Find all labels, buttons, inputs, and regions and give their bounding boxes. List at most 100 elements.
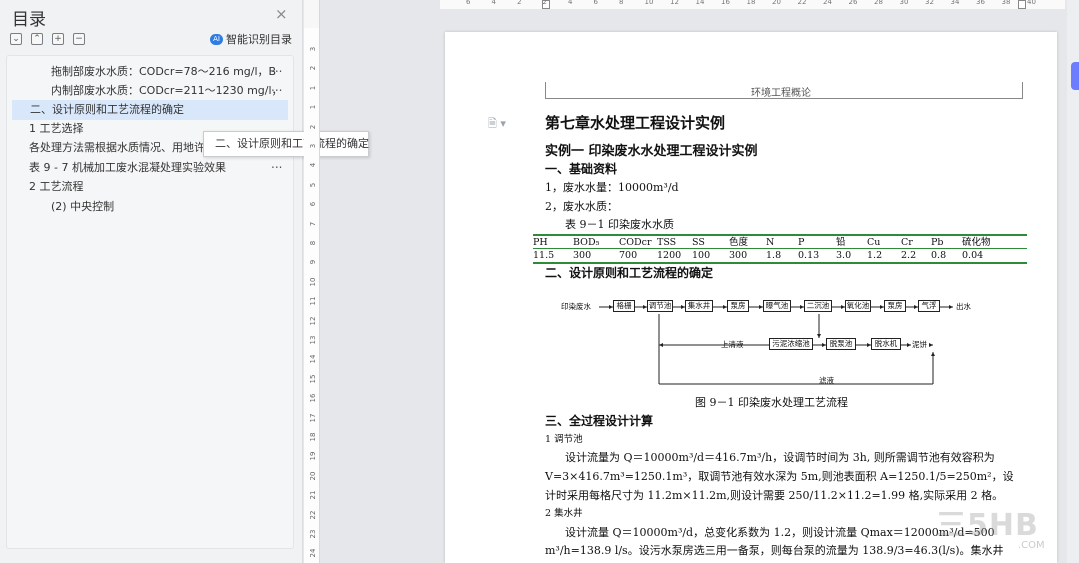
example-title: 实例一 印染废水水处理工程设计实例 xyxy=(545,144,758,159)
paragraph: 2，废水水质： xyxy=(545,200,618,213)
ruler-number: 7 xyxy=(309,221,317,226)
toc-item-active[interactable]: 二、设计原则和工艺流程的确定 xyxy=(12,100,288,120)
ruler-number: 12 xyxy=(670,0,679,6)
right-indent-marker[interactable] xyxy=(1018,0,1026,9)
ruler-number: 15 xyxy=(309,374,317,384)
flow-stage-box: 集水井 xyxy=(685,300,713,312)
toc-item[interactable]: 表 9 - 7 机械加工废水混凝处理实验效果 xyxy=(29,158,269,178)
table-header-cell: SS xyxy=(692,237,705,248)
flow-arrowhead xyxy=(949,305,953,309)
flow-label: 上清液 xyxy=(721,340,744,349)
ruler-number: 18 xyxy=(746,0,756,6)
ruler-number: 16 xyxy=(309,393,317,403)
flow-stage-box: 二沉池 xyxy=(804,300,832,312)
ruler-number: 3 xyxy=(309,46,317,52)
ruler-number: 8 xyxy=(309,240,317,246)
ruler-number: 4 xyxy=(309,163,317,168)
toc-item[interactable]: 内制部废水水质：CODcr=211～1230 mg/l，B xyxy=(51,81,279,101)
flow-stage-box: 格栅 xyxy=(613,300,635,312)
table-header-cell: 色度 xyxy=(729,237,749,248)
flow-sludge-box: 脱水机 xyxy=(871,338,901,350)
table-cell: 300 xyxy=(573,250,592,261)
toc-title: 目录 xyxy=(12,10,46,30)
table-cell: 1.8 xyxy=(766,250,782,261)
toc-pane: 目录 × ⌄ ⌃ + − AI 智能识别目录 拖制部废水水质：CODcr=78～… xyxy=(0,0,303,563)
more-icon[interactable]: ... xyxy=(271,157,282,171)
ruler-number: 14 xyxy=(695,0,705,6)
table-cell: 11.5 xyxy=(533,250,555,261)
expand-up-icon[interactable]: ⌃ xyxy=(31,33,43,45)
ruler-number: 8 xyxy=(619,0,624,6)
side-panel-tab[interactable] xyxy=(1071,62,1079,90)
ruler-number: 14 xyxy=(309,354,317,364)
ruler-number: 40 xyxy=(1027,0,1036,6)
watermark-logo-sub: .COM xyxy=(1018,540,1045,551)
table-header-cell: 铅 xyxy=(836,237,846,248)
ruler-number: 1 xyxy=(309,104,317,110)
flow-arrowhead xyxy=(659,343,663,347)
table-cell: 3.0 xyxy=(836,250,852,261)
water-quality-table: PH BOD₅ CODcr TSS SS 色度 N P 铅 Cu Cr Pb 硫化物 11.5 300 70… xyxy=(533,234,1027,264)
ruler-number: 38 xyxy=(1001,0,1011,6)
ruler-number: 5 xyxy=(309,182,317,188)
table-header-cell: Cr xyxy=(901,237,913,248)
ruler-number: 18 xyxy=(309,432,317,442)
ruler-number: 23 xyxy=(309,529,317,539)
collapse-all-icon[interactable]: ⌄ xyxy=(10,33,22,45)
ruler-number: 36 xyxy=(976,0,985,6)
watermark-logo: 三5HB xyxy=(936,508,1039,543)
table-header-cell: CODcr xyxy=(619,237,652,248)
header-corner-mark xyxy=(545,82,546,98)
smart-toc-label: 智能识别目录 xyxy=(226,33,292,46)
ruler-number: 32 xyxy=(925,0,934,6)
toc-item[interactable]: 2 工艺流程 xyxy=(29,177,279,197)
more-icon[interactable]: ... xyxy=(271,80,282,94)
subheading: 2 集水井 xyxy=(545,508,583,519)
ruler-number: 3 xyxy=(309,143,317,149)
table-cell: 2.2 xyxy=(901,250,917,261)
vertical-ruler[interactable]: 3 2 1 1 2 3 4 5 6 7 8 9 10 11 12 13 14 15 16 17 18 19 20 21 22 23… xyxy=(304,0,320,563)
header-corner-mark xyxy=(1022,82,1023,98)
horizontal-ruler[interactable]: 6 4 2 2 4 6 8 10 12 14 16 18 20 22 24 26 28 30 32 34 36 38 40 xyxy=(440,0,1065,9)
add-level-icon[interactable]: + xyxy=(52,33,64,45)
ruler-number: 9 xyxy=(309,260,317,265)
table-cell: 100 xyxy=(692,250,711,261)
ruler-number: 4 xyxy=(491,0,496,6)
table-header-cell: P xyxy=(798,237,805,248)
table-cell: 1.2 xyxy=(867,250,883,261)
ruler-number: 28 xyxy=(874,0,883,6)
ruler-number: 1 xyxy=(309,85,317,91)
table-cell: 0.13 xyxy=(798,250,820,261)
flow-arrowhead xyxy=(907,343,911,347)
flow-label: 泥饼 xyxy=(912,340,927,349)
flow-sludge-box: 脱泵池 xyxy=(826,338,856,350)
smart-toc-button[interactable]: AI 智能识别目录 xyxy=(210,31,292,47)
document-page[interactable]: 环境工程概论 第七章水处理工程设计实例 实例一 印染废水水处理工程设计实例 一、… xyxy=(445,32,1057,563)
ruler-number: 2 xyxy=(517,0,522,6)
ruler-number: 34 xyxy=(950,0,960,6)
flow-sludge-box: 污泥浓缩池 xyxy=(769,338,813,350)
toc-item[interactable]: (2) 中央控制 xyxy=(51,197,279,217)
toc-item[interactable]: 各处理方法需根据水质情况、用地许可 xyxy=(29,138,204,158)
ruler-number: 30 xyxy=(899,0,909,6)
ruler-number: 4 xyxy=(568,0,573,6)
ruler-number: 2 xyxy=(309,124,317,129)
table-header-cell: PH xyxy=(533,237,548,248)
section-heading: 二、设计原则和工艺流程的确定 xyxy=(545,266,714,280)
ruler-number: 10 xyxy=(644,0,654,6)
ruler-number: 10 xyxy=(309,277,317,287)
remove-level-icon[interactable]: − xyxy=(73,33,85,45)
ruler-number: 21 xyxy=(309,490,317,500)
more-icon[interactable]: ... xyxy=(271,61,282,75)
table-row: 11.5 300 700 1200 100 300 1.8 0.13 3.0 1.2 2.2 0.8 0… xyxy=(533,249,1027,262)
toc-item[interactable]: 拖制部废水水质：CODcr=78～216 mg/l，B xyxy=(51,62,279,82)
document-icon[interactable]: 🗎 ▾ xyxy=(488,115,506,134)
ruler-number: 20 xyxy=(772,0,781,6)
table-header-cell: BOD₅ xyxy=(573,237,600,248)
table-cell: 0.8 xyxy=(931,250,947,261)
ruler-number: 6 xyxy=(466,0,471,6)
flow-stage-box: 氧化池 xyxy=(845,300,871,312)
close-icon[interactable]: × xyxy=(275,5,288,23)
ruler-number: 12 xyxy=(309,316,317,326)
flow-output-label: 出水 xyxy=(956,302,971,311)
